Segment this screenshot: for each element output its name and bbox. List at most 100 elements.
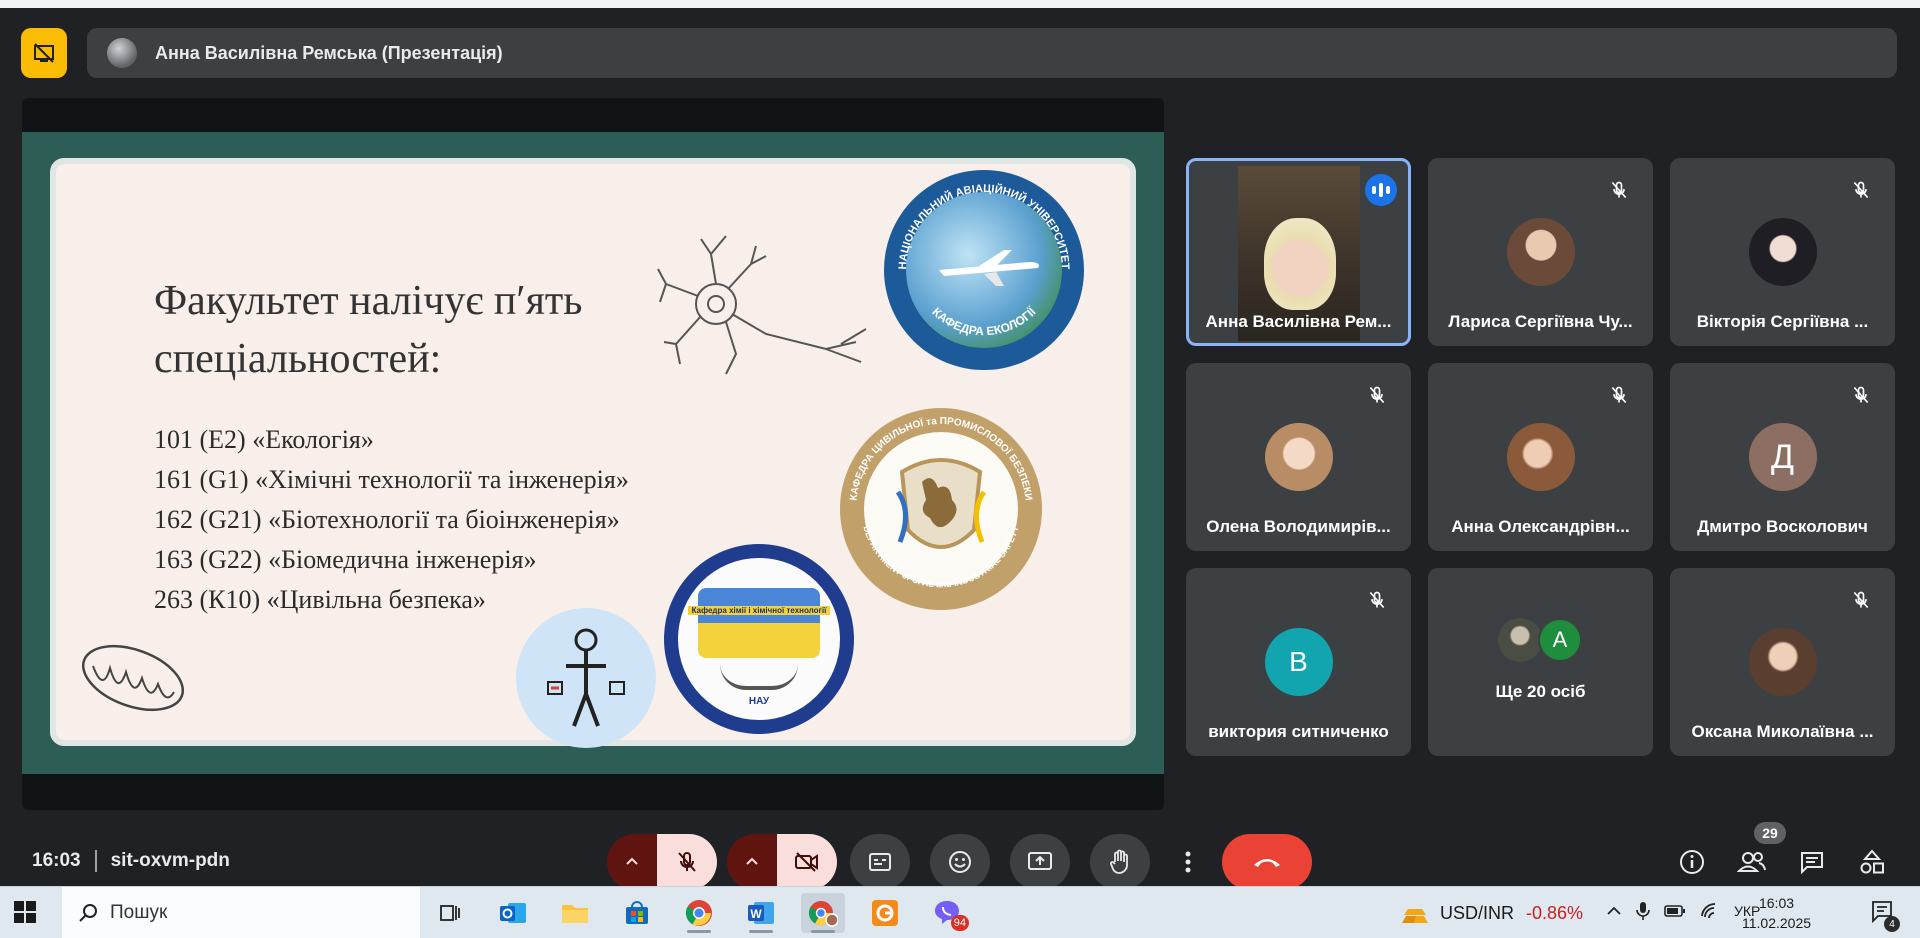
participant-tile[interactable]: Лариса Сергіївна Чу... <box>1428 158 1653 346</box>
ecology-logo-text: НАЦІОНАЛЬНИЙ АВІАЦІЙНИЙ УНІВЕРСИТЕТ КАФЕ… <box>897 183 1071 339</box>
participant-name: Оксана Миколаївна ... <box>1691 722 1874 741</box>
gold-bars-icon <box>1402 909 1428 923</box>
notifications-button[interactable]: 4 <box>1870 899 1900 932</box>
participant-name: Дмитро Восколович <box>1697 517 1868 536</box>
specialties-list: 101 (E2) «Екологія» 161 (G1) «Хімічні те… <box>154 420 629 620</box>
mic-off-icon <box>1847 176 1875 204</box>
civil-safety-logo-bottom-text: DEPARTMENT of CIVIL and INDUSTRIAL SAFET… <box>861 525 1020 590</box>
avatar: Д <box>1748 423 1817 491</box>
chevron-up-icon <box>626 857 638 865</box>
shared-screen: Факультет налічує п′ять спеціальностей: … <box>22 98 1164 810</box>
civil-safety-logo-text: КАФЕДРА ЦИВІЛЬНОЇ та ПРОМИСЛОВОЇ БЕЗПЕКИ… <box>848 416 1033 590</box>
slide-content: Факультет налічує п′ять спеціальностей: … <box>50 158 1136 748</box>
chemistry-banner-text: Кафедра хімії і хімічної технології <box>688 606 830 615</box>
mic-off-icon <box>1847 381 1875 409</box>
participant-name: Лариса Сергіївна Чу... <box>1448 312 1633 331</box>
participant-tile[interactable]: Анна Василівна Рем... <box>1186 158 1411 346</box>
camera-options-button[interactable] <box>727 834 777 890</box>
participant-tile[interactable]: Вікторія Сергіївна ... <box>1670 158 1895 346</box>
civil-safety-logo-top-text: КАФЕДРА ЦИВІЛЬНОЇ та ПРОМИСЛОВОЇ БЕЗПЕКИ <box>848 416 1033 501</box>
participant-name: Вікторія Сергіївна ... <box>1696 312 1869 331</box>
people-count-badge: 29 <box>1754 822 1786 844</box>
microsoft-store-app[interactable] <box>615 893 659 933</box>
participant-tile[interactable]: Д Дмитро Восколович <box>1670 363 1895 551</box>
neuron-illustration <box>657 235 867 375</box>
camera-toggle-button[interactable] <box>777 834 837 890</box>
presentation-slide: Факультет налічує п′ять спеціальностей: … <box>22 132 1164 774</box>
nau-label: НАУ <box>748 696 770 707</box>
start-button[interactable] <box>14 901 36 928</box>
ticker-change: -0.86% <box>1526 902 1584 923</box>
microphone-icon[interactable] <box>1636 901 1650 921</box>
chat-button[interactable] <box>1792 842 1832 882</box>
avatar: A <box>1538 618 1582 662</box>
people-button[interactable] <box>1732 842 1772 882</box>
presenter-avatar <box>107 38 137 68</box>
taskbar-clock[interactable]: 16:03 11.02.2025 <box>1742 893 1811 933</box>
present-button[interactable] <box>1010 834 1070 890</box>
ecology-department-logo: НАЦІОНАЛЬНИЙ АВІАЦІЙНИЙ УНІВЕРСИТЕТ КАФЕ… <box>884 170 1084 370</box>
call-end-icon <box>1254 859 1280 867</box>
mic-off-icon <box>1605 176 1633 204</box>
notifications-count: 4 <box>1884 916 1900 932</box>
viber-app[interactable]: 94 <box>925 893 969 933</box>
activities-icon <box>1860 849 1884 874</box>
task-view-button[interactable] <box>428 893 472 933</box>
more-vert-icon <box>1185 851 1191 873</box>
battery-icon[interactable] <box>1664 904 1686 918</box>
more-options-button[interactable] <box>1170 834 1206 890</box>
presenter-info-bar: Анна Василівна Ремська (Презентація) <box>87 28 1897 78</box>
presentation-app[interactable] <box>863 893 907 933</box>
slide-title: Факультет налічує п′ять спеціальностей: <box>154 278 583 382</box>
person-diagram-icon <box>547 628 625 727</box>
raise-hand-button[interactable] <box>1090 834 1150 890</box>
reactions-button[interactable] <box>930 834 990 890</box>
currency-ticker-widget[interactable]: USD/INR -0.86% <box>1400 901 1583 925</box>
participant-tile[interactable]: B виктория ситниченко <box>1186 568 1411 756</box>
avatar <box>1748 628 1817 696</box>
list-item: 161 (G1) «Хімічні технології та інженері… <box>154 465 629 494</box>
participant-name: Анна Олександрівн... <box>1451 517 1630 536</box>
avatar: B <box>1264 628 1333 696</box>
file-explorer-app[interactable] <box>553 893 597 933</box>
chrome-app[interactable] <box>677 893 721 933</box>
mic-off-icon <box>678 851 696 872</box>
mic-options-button[interactable] <box>607 834 657 890</box>
biomedical-engineering-logo <box>516 608 656 748</box>
chemistry-department-logo: Кафедра хімії і хімічної технології НАУ <box>664 544 854 734</box>
leave-call-button[interactable] <box>1222 834 1312 890</box>
taskbar-search[interactable]: Пошук <box>62 887 420 938</box>
mic-off-icon <box>1847 586 1875 614</box>
list-item: 162 (G21) «Біотехнології та біоінженерія… <box>154 505 620 534</box>
mic-toggle-button[interactable] <box>657 834 717 890</box>
chrome-profile-app[interactable] <box>801 893 845 933</box>
outlook-icon <box>500 903 526 923</box>
stop-presenting-button[interactable] <box>21 28 67 78</box>
windows-logo-icon <box>14 901 36 923</box>
more-participants-tile[interactable]: A Ще 20 осіб <box>1428 568 1653 756</box>
participant-tile[interactable]: Оксана Миколаївна ... <box>1670 568 1895 756</box>
captions-button[interactable] <box>850 834 910 890</box>
info-icon <box>1680 850 1704 874</box>
presentation-banner: Анна Василівна Ремська (Презентація) <box>21 28 1919 78</box>
meeting-code: sit-oxvm-pdn <box>110 850 230 871</box>
word-app[interactable]: W <box>739 893 783 933</box>
clock-time: 16:03 <box>1758 895 1795 911</box>
meeting-info-button[interactable] <box>1672 842 1712 882</box>
avatar <box>1264 423 1333 491</box>
present-screen-icon <box>1028 852 1052 870</box>
ecology-logo-bottom-text: КАФЕДРА ЕКОЛОГІЇ <box>929 304 1039 339</box>
participant-tile[interactable]: Олена Володимирів... <box>1186 363 1411 551</box>
wifi-icon[interactable] <box>1700 903 1720 919</box>
captions-icon <box>869 853 891 871</box>
chevron-up-icon[interactable] <box>1606 903 1622 919</box>
participant-tile[interactable]: Анна Олександрівн... <box>1428 363 1653 551</box>
chrome-icon <box>685 900 712 926</box>
presenter-title: Анна Василівна Ремська (Презентація) <box>155 42 503 63</box>
svg-text:W: W <box>750 907 762 921</box>
activities-button[interactable] <box>1852 842 1892 882</box>
outlook-app[interactable] <box>491 893 535 933</box>
os-taskbar: Пошук W 94 USD/INR -0.86% УКР 16:03 11.0… <box>0 886 1920 938</box>
stop-presenting-icon <box>34 43 54 63</box>
folder-icon <box>562 905 588 923</box>
